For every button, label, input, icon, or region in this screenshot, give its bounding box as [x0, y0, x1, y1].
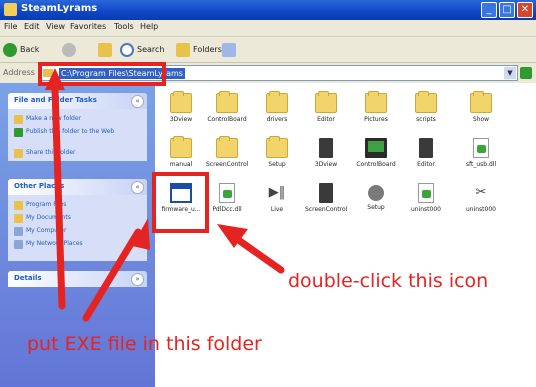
put-exe-annotation: put EXE file in this folder — [27, 333, 262, 355]
double-click-annotation: double-click this icon — [288, 270, 489, 292]
annotation-arrows — [45, 68, 285, 322]
explorer-window: SteamLyrams _ □ ✕ File Edit View Favorit… — [0, 0, 536, 387]
